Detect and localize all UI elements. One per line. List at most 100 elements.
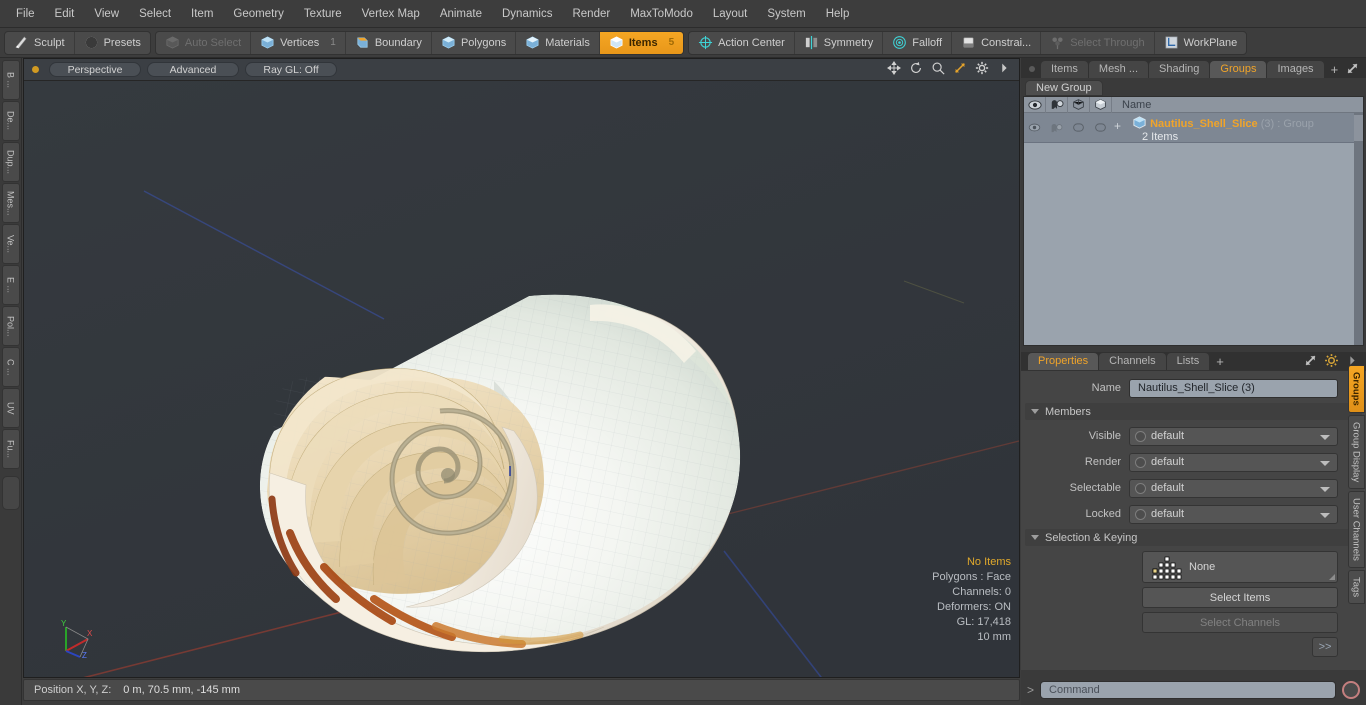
materials-button[interactable]: Materials [516,31,600,54]
menu-file[interactable]: File [6,4,45,24]
viewport-projection-button[interactable]: Perspective [49,62,141,77]
name-field[interactable]: Nautilus_Shell_Slice (3) [1129,378,1338,398]
constraint-icon [961,35,976,50]
zoom-icon[interactable] [931,61,945,75]
locked-dropdown[interactable]: default [1129,504,1338,524]
new-group-button[interactable]: New Group [1025,80,1103,96]
menu-layout[interactable]: Layout [703,4,758,24]
tab-properties[interactable]: Properties [1028,353,1099,370]
left-tab-vertex[interactable]: Ve... [1,224,20,264]
row-ghost-icon[interactable] [1046,113,1068,142]
side-tab-tags[interactable]: Tags [1347,569,1365,604]
tab-shading[interactable]: Shading [1149,61,1210,78]
left-tab-fusion[interactable]: Fu... [1,429,20,469]
left-tab-deform[interactable]: De... [1,101,20,141]
group-list[interactable]: Name + Nautilus_Shell_Slice (3): Group … [1023,96,1364,346]
rotate-icon[interactable] [909,61,923,75]
row-wire-toggle[interactable] [1068,113,1090,142]
row-expander[interactable]: + [1114,119,1121,133]
add-properties-tab-button[interactable]: + [1210,353,1230,370]
presets-button[interactable]: Presets [75,32,150,54]
tab-items[interactable]: Items [1041,61,1088,78]
gear-icon[interactable] [975,61,989,75]
viewport-3d[interactable]: Perspective Advanced Ray GL: Off Y X Z N… [23,58,1020,678]
vertices-count: 1 [330,37,336,48]
wire-cube-icon[interactable] [1068,97,1090,113]
select-channels-button[interactable]: Select Channels [1142,612,1338,633]
selectable-dropdown[interactable]: default [1129,478,1338,498]
command-input[interactable]: Command [1040,681,1336,699]
row-eye-icon[interactable] [1024,113,1046,142]
side-tab-groups[interactable]: Groups [1347,365,1365,413]
visible-dropdown[interactable]: default [1129,426,1338,446]
expand-icon[interactable] [1303,353,1318,368]
members-section-header[interactable]: Members [1025,403,1362,420]
polygons-button[interactable]: Polygons [432,31,517,54]
viewport-canvas[interactable]: Y X Z No Items Polygons : Face Channels:… [24,81,1019,677]
menu-render[interactable]: Render [562,4,620,24]
tab-images[interactable]: Images [1267,61,1324,78]
boundary-button[interactable]: Boundary [346,31,432,54]
row-name-cell[interactable]: + Nautilus_Shell_Slice (3) : Group 2 Ite… [1112,113,1363,143]
side-tab-group-display[interactable]: Group Display [1347,414,1365,489]
tab-channels[interactable]: Channels [1099,353,1166,370]
menu-dynamics[interactable]: Dynamics [492,4,562,24]
menu-item[interactable]: Item [181,4,223,24]
selection-set-button[interactable]: None [1142,551,1338,583]
left-tab-mesh[interactable]: Mes... [1,183,20,223]
menu-select[interactable]: Select [129,4,181,24]
record-icon[interactable] [1342,681,1360,699]
menu-maxtomodo[interactable]: MaxToModo [620,4,703,24]
select-items-button[interactable]: Select Items [1142,587,1338,608]
tab-mesh[interactable]: Mesh ... [1088,61,1149,78]
auto-select-button[interactable]: Auto Select [156,31,252,54]
left-tab-extra[interactable] [1,476,20,510]
left-tab-uv[interactable]: UV [1,388,20,428]
menu-system[interactable]: System [757,4,815,24]
shaded-cube-icon[interactable] [1090,97,1112,113]
add-tab-button[interactable]: + [1325,61,1345,78]
render-dropdown[interactable]: default [1129,452,1338,472]
left-tab-duplicate[interactable]: Dup... [1,142,20,182]
items-button[interactable]: Items 5 [599,31,684,54]
select-through-button[interactable]: Select Through [1041,31,1155,54]
action-center-button[interactable]: Action Center [689,31,795,54]
menu-edit[interactable]: Edit [45,4,85,24]
sculpt-button[interactable]: Sculpt [5,31,75,54]
viewport-raygl-button[interactable]: Ray GL: Off [245,62,337,77]
menu-help[interactable]: Help [816,4,860,24]
tab-groups[interactable]: Groups [1210,61,1267,78]
boundary-icon [355,35,370,50]
symmetry-button[interactable]: Symmetry [795,31,884,54]
eye-icon[interactable] [1024,97,1046,113]
chevron-right-icon[interactable] [997,61,1011,75]
group-list-body[interactable]: + Nautilus_Shell_Slice (3) : Group 2 Ite… [1024,113,1363,345]
gear-icon[interactable] [1324,353,1339,368]
selection-keying-section-header[interactable]: Selection & Keying [1025,529,1362,546]
menu-animate[interactable]: Animate [430,4,492,24]
more-options-button[interactable]: >> [1312,637,1338,657]
chevron-down-icon [1320,512,1330,518]
left-tab-edge[interactable]: E ... [1,265,20,305]
left-tab-curve[interactable]: C ... [1,347,20,387]
falloff-button[interactable]: Falloff [883,31,953,54]
move-icon[interactable] [887,61,901,75]
left-tab-polygon[interactable]: Pol... [1,306,20,346]
members-section-label: Members [1045,405,1091,418]
ghost-icon[interactable] [1046,97,1068,113]
fit-icon[interactable] [953,61,967,75]
vertices-button[interactable]: Vertices 1 [251,31,346,54]
table-row[interactable]: + Nautilus_Shell_Slice (3) : Group 2 Ite… [1024,113,1363,143]
menu-geometry[interactable]: Geometry [223,4,294,24]
menu-vertex-map[interactable]: Vertex Map [352,4,430,24]
panel-menu-dot-icon[interactable] [1029,66,1035,72]
viewport-shading-button[interactable]: Advanced [147,62,239,77]
left-tab-basic[interactable]: B ... [1,60,20,100]
workplane-button[interactable]: WorkPlane [1155,32,1247,54]
row-shade-toggle[interactable] [1090,113,1112,142]
side-tab-user-channels[interactable]: User Channels [1347,490,1365,568]
menu-texture[interactable]: Texture [294,4,352,24]
menu-view[interactable]: View [84,4,129,24]
tab-lists[interactable]: Lists [1166,353,1210,370]
constraints-button[interactable]: Constrai... [952,31,1042,54]
